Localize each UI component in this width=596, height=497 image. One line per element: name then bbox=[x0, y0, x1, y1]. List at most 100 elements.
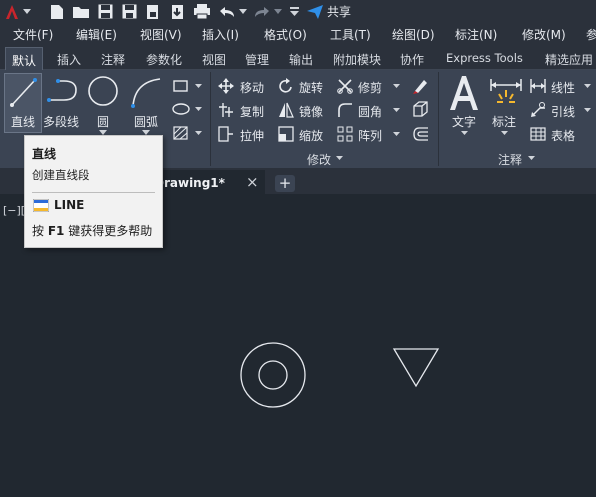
arc-label[interactable]: 圆弧 bbox=[134, 113, 158, 130]
ellipse-dropdown-icon[interactable] bbox=[195, 107, 202, 112]
menu-parametric[interactable]: 参 bbox=[586, 26, 596, 43]
stretch-icon[interactable] bbox=[218, 126, 234, 142]
plus-icon: + bbox=[278, 174, 292, 192]
trim-icon[interactable] bbox=[337, 78, 353, 94]
copy-label[interactable]: 复制 bbox=[240, 103, 264, 120]
publish-icon[interactable] bbox=[168, 3, 186, 20]
erase-icon[interactable] bbox=[412, 77, 428, 94]
tab-manage[interactable]: 管理 bbox=[245, 51, 269, 68]
leader-icon[interactable] bbox=[530, 102, 546, 118]
tab-output[interactable]: 输出 bbox=[289, 51, 313, 68]
menu-tools[interactable]: 工具(T) bbox=[330, 26, 371, 43]
hatch-icon[interactable] bbox=[173, 126, 189, 140]
undo-icon[interactable] bbox=[218, 3, 236, 20]
open-folder-icon[interactable] bbox=[71, 3, 91, 20]
tooltip-help-prefix: 按 bbox=[32, 224, 48, 238]
menu-edit[interactable]: 编辑(E) bbox=[76, 26, 117, 43]
share-icon[interactable] bbox=[306, 3, 324, 20]
copy-icon[interactable] bbox=[218, 102, 234, 118]
tab-drawing1[interactable]: Drawing1* × bbox=[150, 170, 265, 194]
drawing-triangle bbox=[392, 348, 440, 388]
circle-label[interactable]: 圆 bbox=[97, 113, 109, 130]
scale-icon[interactable] bbox=[278, 126, 294, 142]
stretch-label[interactable]: 拉伸 bbox=[240, 127, 264, 144]
move-label[interactable]: 移动 bbox=[240, 79, 264, 96]
menu-file[interactable]: 文件(F) bbox=[13, 26, 53, 43]
text-label[interactable]: 文字 bbox=[452, 113, 476, 130]
menu-draw[interactable]: 绘图(D) bbox=[392, 26, 435, 43]
menu-view[interactable]: 视图(V) bbox=[140, 26, 182, 43]
polyline-icon[interactable] bbox=[46, 76, 82, 106]
tab-annotate[interactable]: 注释 bbox=[101, 51, 125, 68]
dimension-dropdown-icon[interactable] bbox=[501, 131, 508, 136]
arc-icon[interactable] bbox=[128, 74, 164, 110]
linear-label[interactable]: 线性 bbox=[551, 79, 575, 96]
dimension-label[interactable]: 标注 bbox=[492, 113, 516, 130]
undo-dropdown-icon[interactable] bbox=[238, 3, 248, 20]
autocad-logo-icon[interactable] bbox=[4, 3, 20, 20]
rotate-label[interactable]: 旋转 bbox=[299, 79, 323, 96]
leader-dropdown-icon[interactable] bbox=[584, 108, 591, 113]
tab-insert[interactable]: 插入 bbox=[57, 51, 81, 68]
save-as-icon[interactable] bbox=[120, 3, 138, 20]
viewport-controls[interactable]: [−][ bbox=[3, 204, 25, 217]
fillet-dropdown-icon[interactable] bbox=[393, 108, 400, 113]
tab-default[interactable]: 默认 bbox=[5, 47, 44, 71]
redo-icon[interactable] bbox=[253, 3, 271, 20]
dimension-icon[interactable] bbox=[489, 77, 523, 109]
array-icon[interactable] bbox=[337, 126, 353, 142]
line-button[interactable]: 直线 bbox=[4, 73, 42, 133]
explode-icon[interactable] bbox=[412, 101, 429, 118]
linear-dimension-icon[interactable] bbox=[530, 78, 546, 94]
mirror-icon[interactable] bbox=[278, 102, 294, 118]
hatch-dropdown-icon[interactable] bbox=[195, 131, 202, 136]
rotate-icon[interactable] bbox=[278, 78, 294, 94]
text-icon[interactable] bbox=[448, 74, 480, 112]
rectangle-dropdown-icon[interactable] bbox=[195, 84, 202, 89]
annotation-panel-dropdown-icon[interactable] bbox=[528, 156, 535, 161]
tab-featured-apps[interactable]: 精选应用 bbox=[545, 51, 593, 68]
circle-icon[interactable] bbox=[86, 74, 120, 108]
menu-modify[interactable]: 修改(M) bbox=[522, 26, 566, 43]
tooltip-help-key: F1 bbox=[47, 224, 65, 238]
new-tab-button[interactable]: + bbox=[275, 175, 295, 192]
table-icon[interactable] bbox=[530, 127, 546, 141]
tab-view[interactable]: 视图 bbox=[202, 51, 226, 68]
scale-label[interactable]: 缩放 bbox=[299, 127, 323, 144]
menu-dimension[interactable]: 标注(N) bbox=[455, 26, 497, 43]
table-label[interactable]: 表格 bbox=[551, 127, 575, 144]
modify-panel-dropdown-icon[interactable] bbox=[336, 156, 343, 161]
customize-icon[interactable] bbox=[288, 3, 300, 20]
array-label[interactable]: 阵列 bbox=[358, 127, 382, 144]
tab-parametric[interactable]: 参数化 bbox=[146, 51, 182, 68]
print-icon[interactable] bbox=[192, 3, 212, 20]
array-dropdown-icon[interactable] bbox=[393, 132, 400, 137]
text-dropdown-icon[interactable] bbox=[461, 131, 468, 136]
leader-label[interactable]: 引线 bbox=[551, 103, 575, 120]
save-icon[interactable] bbox=[96, 3, 114, 20]
linear-dropdown-icon[interactable] bbox=[584, 84, 591, 89]
fillet-label[interactable]: 圆角 bbox=[358, 103, 382, 120]
offset-icon[interactable] bbox=[412, 126, 429, 142]
redo-dropdown-icon[interactable] bbox=[273, 3, 283, 20]
menu-format[interactable]: 格式(O) bbox=[264, 26, 307, 43]
new-file-icon[interactable] bbox=[48, 3, 66, 20]
trim-label[interactable]: 修剪 bbox=[358, 79, 382, 96]
move-icon[interactable] bbox=[218, 78, 234, 94]
polyline-label[interactable]: 多段线 bbox=[43, 113, 79, 130]
ellipse-icon[interactable] bbox=[172, 103, 190, 115]
menu-insert[interactable]: 插入(I) bbox=[202, 26, 239, 43]
rectangle-icon[interactable] bbox=[173, 80, 189, 92]
share-button[interactable]: 共享 bbox=[327, 3, 351, 20]
chevron-down-icon[interactable] bbox=[22, 3, 32, 20]
trim-dropdown-icon[interactable] bbox=[393, 84, 400, 89]
tab-collaborate[interactable]: 协作 bbox=[400, 51, 424, 68]
annotation-panel-title[interactable]: 注释 bbox=[498, 151, 522, 168]
tab-addins[interactable]: 附加模块 bbox=[333, 51, 381, 68]
tab-express-tools[interactable]: Express Tools bbox=[446, 51, 523, 65]
plot-icon[interactable] bbox=[144, 3, 162, 20]
mirror-label[interactable]: 镜像 bbox=[299, 103, 323, 120]
fillet-icon[interactable] bbox=[337, 102, 353, 118]
modify-panel-title[interactable]: 修改 bbox=[307, 151, 331, 168]
close-tab-icon[interactable]: × bbox=[246, 173, 259, 191]
